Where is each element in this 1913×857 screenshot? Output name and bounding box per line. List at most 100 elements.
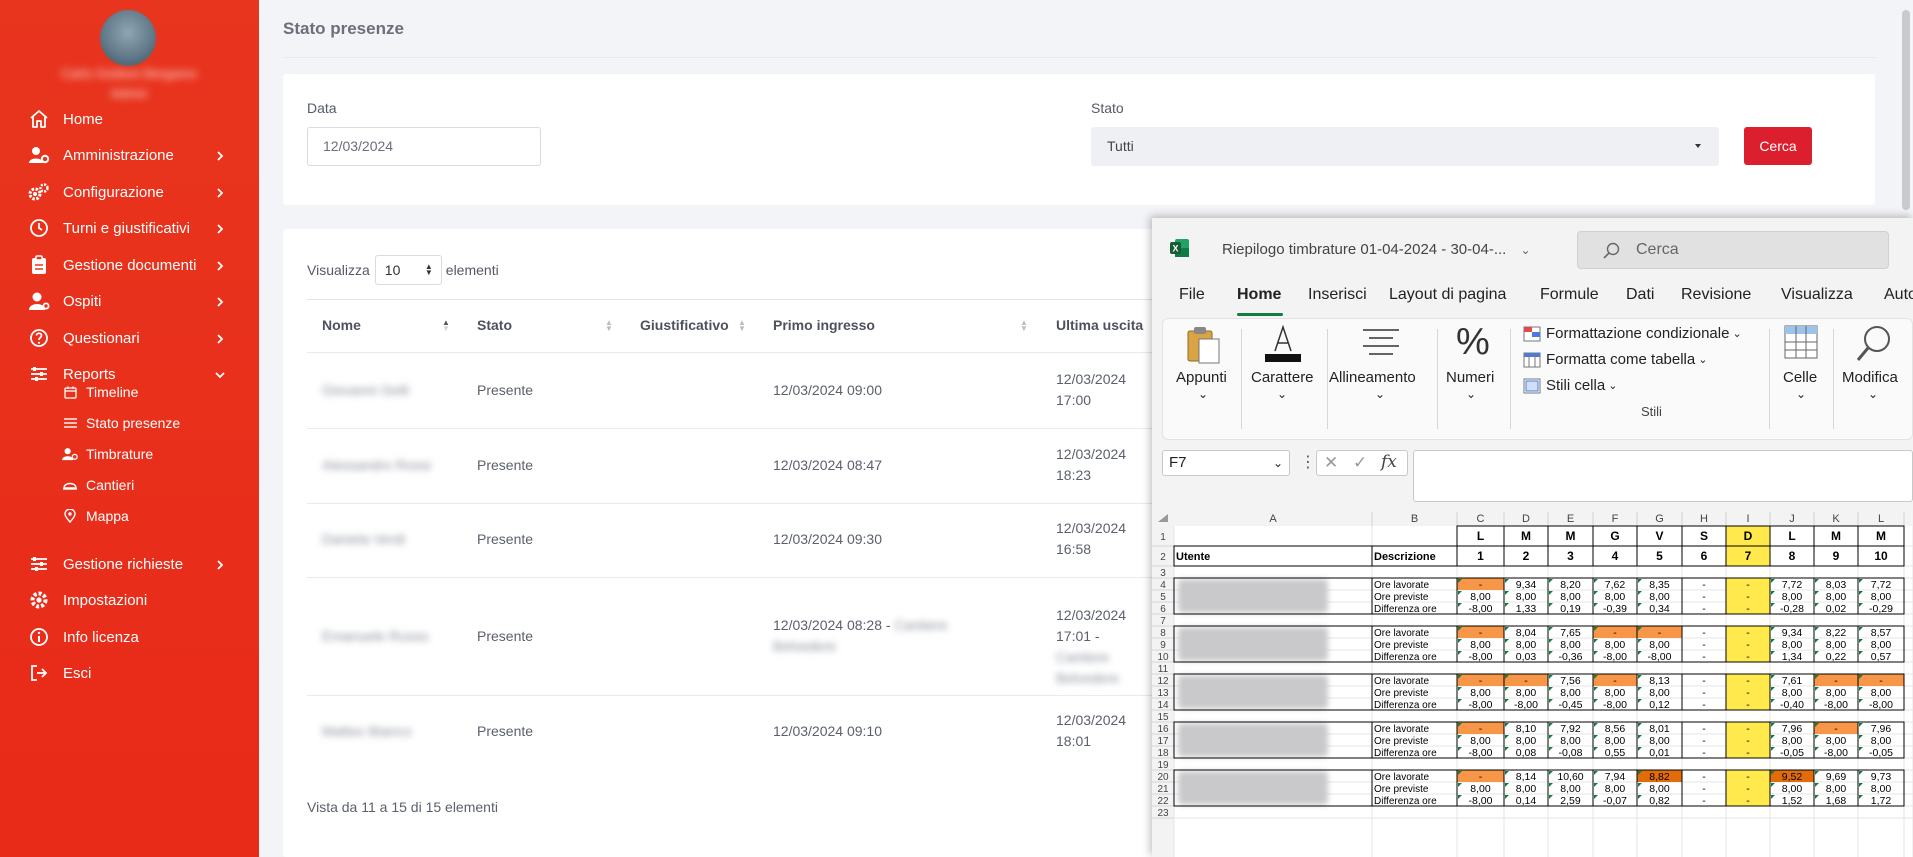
column-header-ultima-uscita[interactable]: Ultima uscita bbox=[1056, 317, 1143, 333]
state-select[interactable]: Tutti bbox=[1091, 127, 1719, 166]
hours-worked: 8,20 bbox=[1560, 579, 1581, 591]
ribbon-tab-dati[interactable]: Dati bbox=[1626, 286, 1654, 304]
chevron-down-icon: ⌄ bbox=[1868, 387, 1879, 401]
ribbon-group-carattere[interactable]: Carattere ⌄ bbox=[1243, 319, 1323, 441]
sidebar-subitem-timeline[interactable]: Timeline bbox=[0, 376, 259, 408]
hours-planned: 8,00 bbox=[1826, 687, 1847, 699]
sidebar-item-esci[interactable]: Esci bbox=[0, 653, 259, 693]
ribbon-tab-revisione[interactable]: Revisione bbox=[1681, 286, 1751, 304]
cell-styles-button[interactable]: Stili cella ⌄ bbox=[1523, 377, 1617, 394]
date-input[interactable]: 12/03/2024 bbox=[307, 127, 541, 166]
hours-difference: -0,07 bbox=[1603, 795, 1627, 807]
ribbon-group-celle[interactable]: Celle ⌄ bbox=[1771, 319, 1831, 441]
sidebar-subitem-cantieri[interactable]: Cantieri bbox=[0, 469, 259, 501]
ribbon-tab-formule[interactable]: Formule bbox=[1540, 286, 1599, 304]
ribbon-group-allineamento[interactable]: Allineamento ⌄ bbox=[1329, 319, 1434, 441]
ribbon-tab-auto[interactable]: Auto bbox=[1884, 286, 1913, 304]
avatar[interactable] bbox=[100, 10, 156, 66]
column-header-giustificativo[interactable]: Giustificativo bbox=[640, 317, 729, 333]
sidebar-subitem-mappa[interactable]: Mappa bbox=[0, 500, 259, 532]
sidebar-subitem-stato-presenze[interactable]: Stato presenze bbox=[0, 407, 259, 439]
sidebar-item-info-licenza[interactable]: Info licenza bbox=[0, 617, 259, 657]
scrollbar-thumb[interactable] bbox=[1902, 10, 1910, 210]
hours-difference: - bbox=[1702, 651, 1706, 663]
search-button[interactable]: Cerca bbox=[1744, 127, 1812, 165]
column-header-primo-ingresso[interactable]: Primo ingresso bbox=[773, 317, 875, 333]
column-header-nome[interactable]: Nome bbox=[322, 317, 361, 333]
conditional-formatting-button[interactable]: Formattazione condizionale ⌄ bbox=[1523, 325, 1742, 342]
ribbon-group-modifica[interactable]: Modifica ⌄ bbox=[1835, 319, 1913, 441]
user-name: Carlo Goldoni Bergamo bbox=[61, 66, 197, 81]
spreadsheet-grid[interactable]: A B C D E F G H I J K L 1 2 3 4 5 6 7 8 9 10 11 12 13 14 15 16 17 18 1… bbox=[1152, 512, 1913, 857]
sidebar-item-impostazioni[interactable]: Impostazioni bbox=[0, 580, 259, 620]
stili-group-caption: Stili bbox=[1641, 404, 1662, 419]
column-header-i: I bbox=[1746, 513, 1749, 525]
hours-difference: -8,00 bbox=[1648, 651, 1672, 663]
row-header-21: 21 bbox=[1157, 784, 1169, 795]
sidebar-item-ospiti[interactable]: Ospiti bbox=[0, 281, 259, 321]
name-box[interactable]: F7 ⌄ bbox=[1162, 450, 1290, 476]
label-differenza-ore: Differenza ore bbox=[1374, 748, 1437, 759]
formula-input[interactable] bbox=[1413, 450, 1913, 502]
error-indicator-icon bbox=[1505, 639, 1509, 643]
row-header-13: 13 bbox=[1157, 688, 1169, 699]
ribbon-tab-visualizza[interactable]: Visualizza bbox=[1781, 286, 1853, 304]
chevron-down-icon: ⌄ bbox=[1796, 387, 1807, 401]
cancel-icon[interactable]: ✕ bbox=[1324, 453, 1338, 473]
hours-worked: 7,72 bbox=[1871, 579, 1892, 591]
error-indicator-icon bbox=[1458, 747, 1462, 751]
column-header-l: L bbox=[1878, 513, 1884, 525]
ribbon-tab-home[interactable]: Home bbox=[1237, 286, 1281, 304]
sidebar-item-gestione-documenti[interactable]: Gestione documenti bbox=[0, 245, 259, 285]
page-length-select[interactable]: 10 ▲ ▼ bbox=[374, 255, 442, 285]
ribbon-tab-inserisci[interactable]: Inserisci bbox=[1308, 286, 1367, 304]
sidebar-subitem-timbrature[interactable]: Timbrature bbox=[0, 438, 259, 470]
blurred-user-name bbox=[1178, 723, 1328, 757]
error-indicator-icon bbox=[1549, 639, 1553, 643]
sidebar-item-gestione-richieste[interactable]: Gestione richieste bbox=[0, 544, 259, 584]
ribbon-group-numeri[interactable]: % Numeri ⌄ bbox=[1439, 319, 1507, 441]
hours-planned: - bbox=[1746, 639, 1750, 651]
excel-document-title[interactable]: Riepilogo timbrature 01-04-2024 - 30-04-… bbox=[1222, 241, 1531, 258]
date-label: Data bbox=[307, 100, 337, 116]
header-descrizione: Descrizione bbox=[1374, 551, 1436, 563]
fx-icon[interactable]: fx bbox=[1381, 452, 1397, 472]
day-letter: L bbox=[1477, 529, 1484, 543]
error-indicator-icon bbox=[1594, 771, 1598, 775]
hours-worked: 8,04 bbox=[1516, 627, 1537, 639]
row-header-1: 1 bbox=[1160, 532, 1166, 543]
ribbon-group-appunti[interactable]: Appunti ⌄ bbox=[1163, 319, 1237, 441]
day-number: 8 bbox=[1789, 549, 1796, 563]
hours-worked: - bbox=[1479, 579, 1483, 591]
ribbon-tab-file[interactable]: File bbox=[1179, 286, 1205, 304]
hours-difference: -0,39 bbox=[1603, 603, 1627, 615]
column-header-b: B bbox=[1411, 513, 1418, 525]
row-header-18: 18 bbox=[1157, 748, 1169, 759]
cell-ultima-uscita: 12/03/2024 17:01 - Cantiere Belvedere bbox=[1056, 606, 1127, 686]
format-as-table-button[interactable]: Formatta come tabella ⌄ bbox=[1523, 351, 1707, 368]
sidebar-item-turni-e-giustificativi[interactable]: Turni e giustificativi bbox=[0, 208, 259, 248]
sidebar-item-home[interactable]: Home bbox=[0, 99, 259, 139]
page-length-control: Visualizza 10 ▲ ▼ elementi bbox=[307, 255, 499, 285]
error-indicator-icon bbox=[1458, 699, 1462, 703]
more-vertical-icon[interactable]: ⋮ bbox=[1300, 452, 1316, 472]
cell-primo-ingresso: 12/03/2024 09:30 bbox=[773, 531, 882, 547]
hours-difference: 1,72 bbox=[1871, 795, 1892, 807]
hours-planned: 8,00 bbox=[1782, 783, 1803, 795]
sidebar-item-configurazione[interactable]: Configurazione bbox=[0, 172, 259, 212]
confirm-icon[interactable]: ✓ bbox=[1353, 453, 1367, 473]
ribbon-tab-layout-di-pagina[interactable]: Layout di pagina bbox=[1389, 286, 1506, 304]
sidebar-item-amministrazione[interactable]: Amministrazione bbox=[0, 135, 259, 175]
error-indicator-icon bbox=[1594, 639, 1598, 643]
hours-worked: - bbox=[1658, 627, 1662, 639]
hours-difference: 0,22 bbox=[1826, 651, 1847, 663]
error-indicator-icon bbox=[1859, 735, 1863, 739]
label-differenza-ore: Differenza ore bbox=[1374, 604, 1437, 615]
hours-difference: -8,00 bbox=[1469, 699, 1493, 711]
excel-search-box[interactable]: Cerca bbox=[1577, 231, 1889, 269]
cells-icon bbox=[1784, 325, 1818, 359]
column-header-stato[interactable]: Stato bbox=[477, 317, 512, 333]
sidebar-item-questionari[interactable]: Questionari bbox=[0, 318, 259, 358]
calendar-icon bbox=[62, 384, 78, 400]
error-indicator-icon bbox=[1859, 687, 1863, 691]
